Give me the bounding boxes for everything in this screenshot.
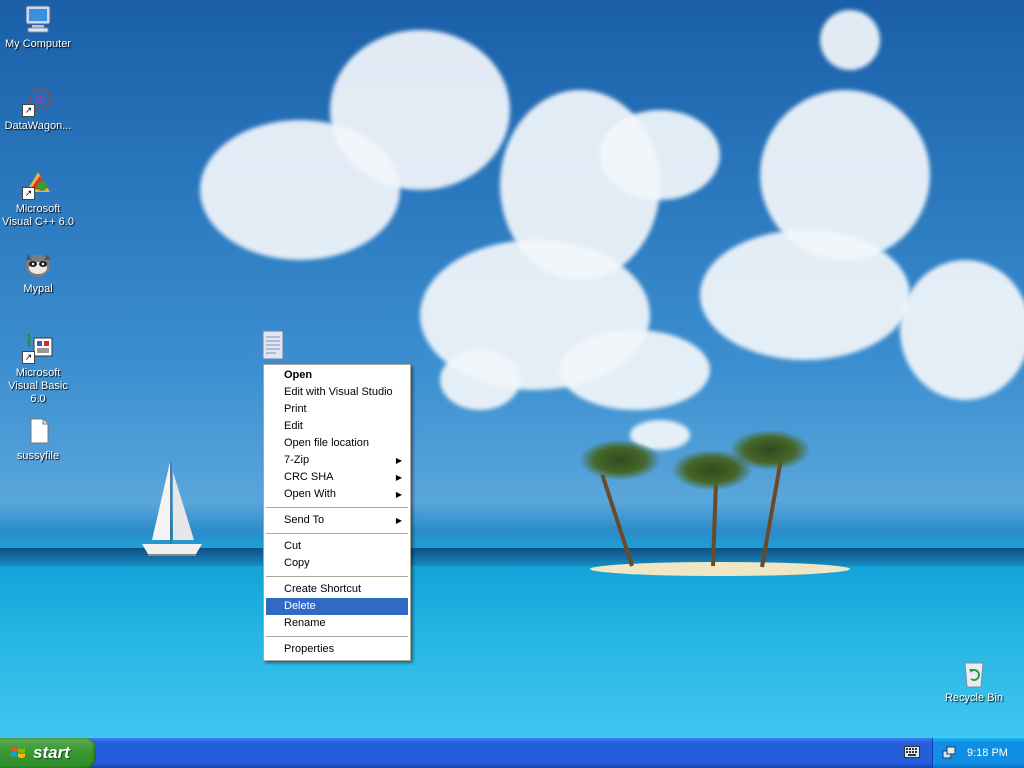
desktop-icon-label: Mypal [23,283,53,295]
shortcut-arrow-icon: ↗ [22,187,35,200]
menu-item-label: CRC SHA [284,471,334,483]
menu-item-label: Copy [284,557,310,569]
cloud [600,110,720,200]
submenu-arrow-icon: ▶ [395,490,402,499]
desktop[interactable]: My Computer ↗ DataWagon... ↗ Microsoft V… [0,0,1024,738]
desktop-icon-label: Microsoft Visual C++ 6.0 [2,203,74,228]
cloud [440,350,520,410]
recycle-bin-glyph-icon [964,662,984,688]
keyboard-icon[interactable] [904,746,920,758]
menu-item-label: Cut [284,540,302,552]
mypal-icon[interactable]: Mypal [0,248,76,296]
blank-file-icon [30,418,49,444]
menu-item-edit-with-visual-studio[interactable]: Edit with Visual Studio [266,384,408,401]
desktop-icon-label: sussyfile [16,450,60,462]
menu-separator [266,533,408,534]
shortcut-arrow-icon: ↗ [22,104,35,117]
menu-item-cut[interactable]: Cut [266,538,408,555]
my-computer-icon[interactable]: My Computer [0,3,76,51]
menu-item-label: 7-Zip [284,454,310,466]
palm-fronds [580,440,660,480]
menu-item-label: Open file location [284,437,369,449]
cloud [900,260,1024,400]
menu-item-open[interactable]: Open [266,367,408,384]
menu-item-label: Create Shortcut [284,583,362,595]
menu-item-create-shortcut[interactable]: Create Shortcut [266,581,408,598]
menu-item-label: Rename [284,617,326,629]
menu-item-print[interactable]: Print [266,401,408,418]
start-label: start [33,743,70,762]
windows-flag-icon [11,747,25,758]
menu-item-delete[interactable]: Delete [266,598,408,615]
menu-item-open-with[interactable]: Open With ▶ [266,486,408,503]
submenu-arrow-icon: ▶ [395,516,402,525]
menu-item-label: Delete [284,600,316,612]
datawagon-icon[interactable]: ↗ DataWagon... [0,85,76,133]
menu-separator [266,636,408,637]
menu-item-label: Open With [284,488,336,500]
start-button[interactable]: start [0,738,96,768]
desktop-icon-label: My Computer [4,38,72,50]
menu-item-label: Edit with Visual Studio [284,386,393,398]
menu-item-label: Open [284,369,313,381]
context-menu: Open Edit with Visual Studio Print Edit … [263,364,411,661]
menu-item-send-to[interactable]: Send To ▶ [266,512,408,529]
cloud [700,230,910,360]
visual-basic-icon[interactable]: ↗ Microsoft Visual Basic 6.0 [0,332,76,406]
menu-item-rename[interactable]: Rename [266,615,408,632]
computer-icon [25,5,51,33]
clock[interactable]: 9:18 PM [967,738,1008,768]
menu-item-label: Print [284,403,307,415]
desktop-icon-label: Recycle Bin [944,692,1004,704]
menu-item-properties[interactable]: Properties [266,641,408,658]
palm-fronds [730,430,810,470]
menu-item-label: Send To [284,514,325,526]
menu-item-edit[interactable]: Edit [266,418,408,435]
desktop-icon-label: Microsoft Visual Basic 6.0 [8,367,68,405]
menu-item-copy[interactable]: Copy [266,555,408,572]
visual-cpp-icon[interactable]: ↗ Microsoft Visual C++ 6.0 [0,168,76,229]
shortcut-arrow-icon: ↗ [22,351,35,364]
menu-separator [266,576,408,577]
menu-item-open-file-location[interactable]: Open file location [266,435,408,452]
submenu-arrow-icon: ▶ [395,473,402,482]
menu-item-crc-sha[interactable]: CRC SHA ▶ [266,469,408,486]
menu-item-label: Properties [284,643,335,655]
taskbar: start 9:18 PM [0,738,1024,768]
sea [0,566,1024,738]
recycle-bin-icon[interactable]: Recycle Bin [936,657,1012,705]
desktop-icon-label: DataWagon... [4,120,72,132]
cloud [560,330,710,410]
menu-item-label: Edit [284,420,303,432]
cloud [330,30,510,190]
system-tray: 9:18 PM [932,738,1024,768]
menu-item-7zip[interactable]: 7-Zip ▶ [266,452,408,469]
cloud [820,10,880,70]
submenu-arrow-icon: ▶ [395,456,402,465]
selected-text-file-icon[interactable] [262,330,284,360]
raccoon-icon [26,254,50,277]
sussyfile-icon[interactable]: sussyfile [0,415,76,463]
menu-separator [266,507,408,508]
sailboat [142,462,202,556]
network-icon[interactable] [941,745,957,761]
